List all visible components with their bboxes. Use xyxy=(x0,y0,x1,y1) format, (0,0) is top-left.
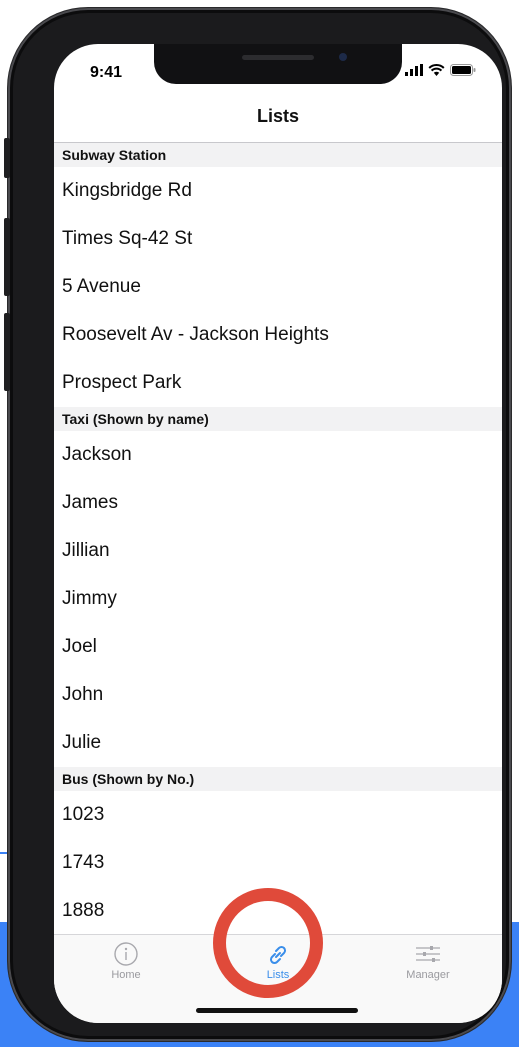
list-item[interactable]: Jackson xyxy=(54,431,502,479)
list-item[interactable]: 1743 xyxy=(54,839,502,887)
section-header-taxi: Taxi (Shown by name) xyxy=(54,407,502,431)
list-item[interactable]: 5 Avenue xyxy=(54,263,502,311)
mute-switch xyxy=(4,138,10,178)
volume-up-button xyxy=(4,218,10,296)
list-item[interactable]: Times Sq-42 St xyxy=(54,215,502,263)
notch xyxy=(154,44,402,84)
info-icon xyxy=(114,942,138,966)
tab-home[interactable]: Home xyxy=(66,935,186,981)
screen: 9:41 Lists Subway Station Kingsbridge Rd… xyxy=(54,44,502,1023)
list-item[interactable]: James xyxy=(54,479,502,527)
list-item[interactable]: Roosevelt Av - Jackson Heights xyxy=(54,311,502,359)
tab-manager[interactable]: Manager xyxy=(368,935,488,981)
list-item[interactable]: 1023 xyxy=(54,791,502,839)
wifi-icon xyxy=(428,64,445,76)
list-item[interactable]: Prospect Park xyxy=(54,359,502,407)
status-icons xyxy=(405,64,476,76)
front-camera xyxy=(339,53,347,61)
home-indicator[interactable] xyxy=(196,1008,358,1013)
list-item[interactable]: Julie xyxy=(54,719,502,767)
list-item[interactable]: Jillian xyxy=(54,527,502,575)
grouped-list[interactable]: Subway Station Kingsbridge Rd Times Sq-4… xyxy=(54,143,502,934)
phone-frame: 9:41 Lists Subway Station Kingsbridge Rd… xyxy=(4,8,511,1041)
cellular-signal-icon xyxy=(405,64,423,76)
tab-label-home: Home xyxy=(111,969,141,981)
speaker xyxy=(242,55,314,60)
list-item[interactable]: Joel xyxy=(54,623,502,671)
section-header-subway: Subway Station xyxy=(54,143,502,167)
sliders-icon xyxy=(416,946,440,962)
list-item[interactable]: Jimmy xyxy=(54,575,502,623)
battery-icon xyxy=(450,64,476,76)
highlight-circle xyxy=(213,888,323,998)
status-time: 9:41 xyxy=(90,64,123,81)
page-title: Lists xyxy=(256,106,299,126)
list-item[interactable]: John xyxy=(54,671,502,719)
list-item[interactable]: Kingsbridge Rd xyxy=(54,167,502,215)
section-header-bus: Bus (Shown by No.) xyxy=(54,767,502,791)
pointer-arrow xyxy=(0,852,8,854)
tab-label-manager: Manager xyxy=(406,969,450,981)
volume-down-button xyxy=(4,313,10,391)
